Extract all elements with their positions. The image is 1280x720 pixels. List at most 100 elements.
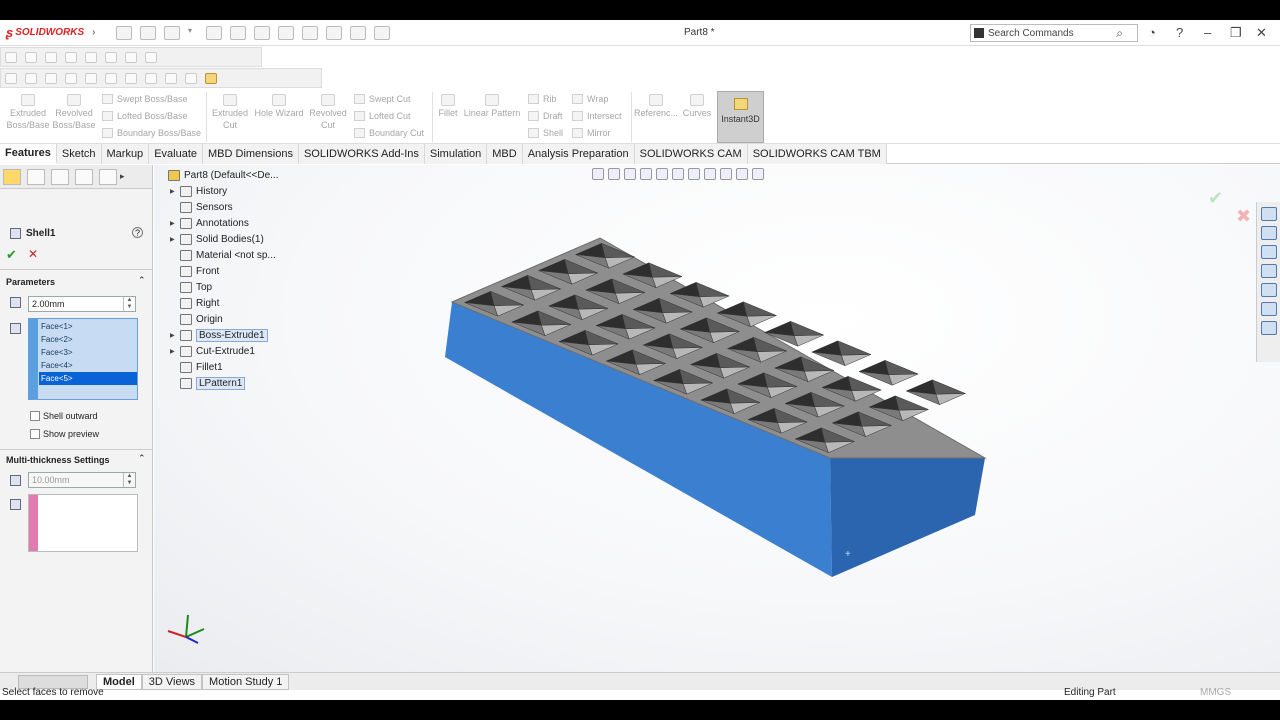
feature-manager-tab-icon[interactable] [3, 168, 21, 185]
reference-geometry-button[interactable]: Referenc... [634, 94, 678, 119]
search-icon[interactable]: ⌕ [1116, 26, 1123, 41]
home-icon[interactable] [5, 51, 17, 63]
edit-appearance-icon[interactable] [720, 168, 732, 180]
view-settings-icon[interactable] [752, 168, 764, 180]
tree-item-top-plane[interactable]: Top [180, 280, 212, 295]
curves-button[interactable]: Curves [680, 94, 714, 119]
intersect-button[interactable]: Intersect [572, 111, 622, 121]
extruded-cut-button[interactable]: Extruded Cut [210, 94, 250, 131]
shell-outward-checkbox[interactable]: Shell outward [30, 411, 98, 421]
faces-to-remove-list[interactable]: Face<1> Face<2> Face<3> Face<4> Face<5> [28, 318, 138, 400]
show-preview-checkbox[interactable]: Show preview [30, 429, 99, 439]
collapse-icon[interactable]: ⌃ [138, 453, 146, 464]
zoom-to-area-icon[interactable] [608, 168, 620, 180]
revolved-cut-button[interactable]: Revolved Cut [308, 94, 348, 131]
expand-arrow-icon[interactable]: ▶ [170, 236, 180, 243]
property-manager-tab-icon[interactable] [27, 168, 45, 185]
tab-markup[interactable]: Markup [101, 144, 150, 164]
section-view-icon[interactable] [640, 168, 652, 180]
wrap-button[interactable]: Wrap [572, 94, 608, 104]
tree-item-cut-extrude1[interactable]: ▶ Cut-Extrude1 [170, 344, 255, 359]
expand-arrow-icon[interactable]: ▶ [170, 348, 180, 355]
design-library-icon[interactable] [1260, 226, 1277, 240]
custom-properties-icon[interactable] [1260, 302, 1277, 316]
zoom-icon[interactable] [45, 72, 57, 84]
view-palette-icon[interactable] [1260, 264, 1277, 278]
paste-icon[interactable] [145, 51, 157, 63]
ok-check-icon[interactable]: ✔ [6, 247, 17, 263]
open-file-icon[interactable] [164, 25, 180, 40]
tab-solidworks-cam-tbm[interactable]: SOLIDWORKS CAM TBM [747, 144, 887, 164]
smart-dimension-icon[interactable] [185, 72, 197, 84]
zoom-to-fit-icon[interactable] [592, 168, 604, 180]
fillet-button[interactable]: Fillet [436, 94, 460, 119]
lofted-cut-button[interactable]: Lofted Cut [354, 111, 411, 121]
thickness-input[interactable]: 2.00mm ▲ ▼ [28, 296, 136, 312]
close-icon[interactable]: ✕ [1256, 25, 1267, 41]
tab-mbd[interactable]: MBD [487, 144, 523, 164]
cancel-x-icon[interactable]: ✕ [28, 247, 38, 261]
multi-thickness-faces-list[interactable] [28, 494, 138, 552]
tree-item-material[interactable]: Material <not sp... [180, 248, 276, 263]
file-properties-icon[interactable] [350, 25, 366, 40]
display-manager-tab-icon[interactable] [99, 168, 117, 185]
tree-item-lpattern1[interactable]: LPattern1 [180, 376, 246, 391]
tree-item-fillet1[interactable]: Fillet1 [180, 360, 223, 375]
display-style-icon[interactable] [688, 168, 700, 180]
tab-solidworks-add-ins[interactable]: SOLIDWORKS Add-Ins [298, 144, 425, 164]
rotate-icon[interactable] [65, 72, 77, 84]
face-item-selected[interactable]: Face<5> [39, 372, 137, 385]
tree-item-right-plane[interactable]: Right [180, 296, 219, 311]
previous-view-icon[interactable] [624, 168, 636, 180]
collapse-icon[interactable]: ⌃ [138, 275, 146, 286]
tab-analysis-preparation[interactable]: Analysis Preparation [522, 144, 635, 164]
open-icon[interactable] [45, 51, 57, 63]
graphics-area[interactable]: + [154, 165, 1280, 672]
new-file-icon[interactable] [140, 25, 156, 40]
undo-icon[interactable] [105, 51, 117, 63]
tab-evaluate[interactable]: Evaluate [149, 144, 203, 164]
section-view-icon[interactable] [85, 72, 97, 84]
configuration-manager-tab-icon[interactable] [51, 168, 69, 185]
solidworks-logo[interactable]: ʂ SOLIDWORKS › [0, 25, 96, 40]
copy-icon[interactable] [125, 51, 137, 63]
expand-arrow-icon[interactable]: ▶ [170, 188, 180, 195]
forum-icon[interactable] [1260, 321, 1277, 335]
lofted-boss-button[interactable]: Lofted Boss/Base [102, 111, 188, 121]
minimize-icon[interactable]: – [1204, 25, 1211, 40]
tab-mbd-dimensions[interactable]: MBD Dimensions [203, 144, 299, 164]
swept-cut-button[interactable]: Swept Cut [354, 94, 411, 104]
restore-icon[interactable]: ❐ [1230, 25, 1242, 41]
redo-icon[interactable] [278, 25, 294, 40]
save-icon[interactable] [206, 25, 222, 40]
user-account-icon[interactable]: ◔ [1148, 25, 1156, 40]
tree-item-annotations[interactable]: ▶ Annotations [170, 216, 249, 231]
tree-item-history[interactable]: ▶ History [170, 184, 227, 199]
scene-icon[interactable] [145, 72, 157, 84]
appearance-icon[interactable] [125, 72, 137, 84]
tree-item-sensors[interactable]: Sensors [180, 200, 233, 215]
measure-icon[interactable] [165, 72, 177, 84]
sketch-icon[interactable] [25, 72, 37, 84]
gear-icon[interactable] [85, 51, 97, 63]
tree-item-boss-extrude1[interactable]: ▶ Boss-Extrude1 [170, 328, 268, 343]
thickness-spinner[interactable]: ▲ ▼ [123, 297, 135, 311]
boundary-cut-button[interactable]: Boundary Cut [354, 128, 424, 138]
select-icon[interactable] [302, 25, 318, 40]
dimxpert-manager-tab-icon[interactable] [75, 168, 93, 185]
tree-item-origin[interactable]: Origin [180, 312, 223, 327]
confirm-cancel-icon[interactable]: ✖ [1236, 206, 1251, 227]
face-item[interactable]: Face<4> [39, 359, 137, 372]
confirm-ok-icon[interactable]: ✔ [1208, 188, 1223, 209]
tab-3d-views[interactable]: 3D Views [141, 673, 203, 690]
boundary-boss-button[interactable]: Boundary Boss/Base [102, 128, 201, 138]
display-style-icon[interactable] [105, 72, 117, 84]
revolved-boss-button[interactable]: Revolved Boss/Base [52, 94, 96, 131]
instant3d-toggle-icon[interactable] [205, 72, 217, 84]
tab-features[interactable]: Features [0, 144, 57, 164]
save-icon[interactable] [65, 51, 77, 63]
tab-solidworks-cam[interactable]: SOLIDWORKS CAM [634, 144, 748, 164]
hide-show-icon[interactable] [704, 168, 716, 180]
help-icon[interactable]: ? [1176, 25, 1183, 40]
apply-scene-icon[interactable] [736, 168, 748, 180]
